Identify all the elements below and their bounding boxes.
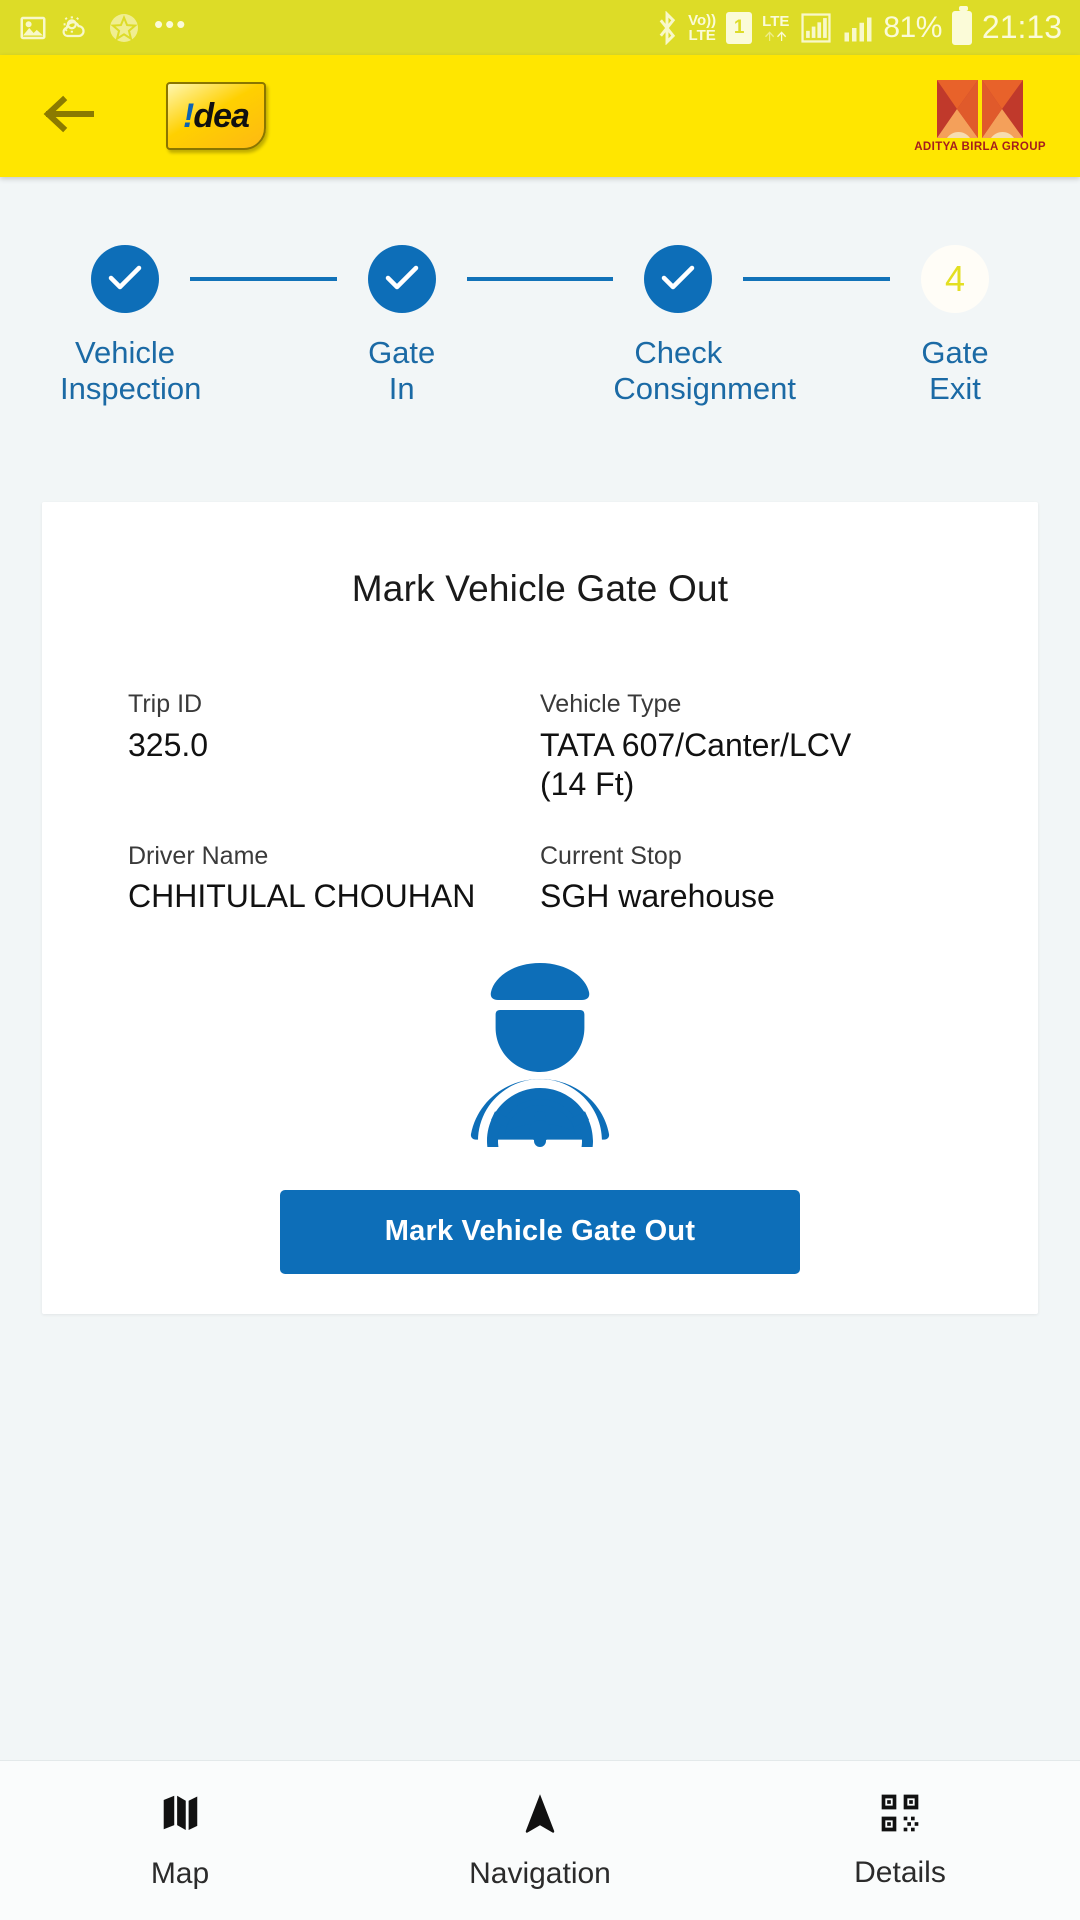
- stepper-label-4-line1: Gate: [921, 335, 989, 370]
- step-3-circle: [644, 245, 713, 313]
- aditya-birla-logo: ADITYA BIRLA GROUP: [914, 79, 1046, 153]
- field-current-stop-label: Current Stop: [540, 841, 682, 870]
- stepper-label-2: Gate In: [337, 335, 467, 407]
- progress-stepper: 4 Vehicle Inspection Gate In Check Consi…: [0, 177, 1080, 407]
- check-icon: [107, 263, 143, 296]
- step-4-number: 4: [945, 258, 966, 299]
- aditya-birla-mark-icon: [937, 79, 1024, 138]
- mark-vehicle-gate-out-button[interactable]: Mark Vehicle Gate Out: [280, 1189, 800, 1274]
- trip-details: Trip ID 325.0 Vehicle Type TATA 607/Cant…: [42, 688, 1038, 917]
- back-button[interactable]: [34, 81, 104, 151]
- map-icon: [157, 1790, 203, 1841]
- stepper-connector-3: [743, 277, 891, 281]
- step-1-circle: [91, 245, 159, 313]
- field-driver-name: Driver Name CHHITULAL CHOUHAN: [128, 840, 540, 917]
- details-row-1: Trip ID 325.0 Vehicle Type TATA 607/Cant…: [128, 688, 952, 804]
- nav-item-navigation-label: Navigation: [469, 1857, 611, 1890]
- stepper-label-1: Vehicle Inspection: [60, 335, 202, 407]
- nav-item-navigation[interactable]: Navigation: [360, 1790, 720, 1891]
- label-gap: [467, 335, 614, 407]
- details-row-2: Driver Name CHHITULAL CHOUHAN Current St…: [128, 840, 952, 917]
- stepper-node-2[interactable]: [337, 245, 467, 313]
- status-bar-right: Vo)) LTE 1 LTE 81% 21:13: [656, 5, 1062, 46]
- field-vehicle-type-label: Vehicle Type: [540, 689, 682, 718]
- signal-bars-2-icon: [843, 13, 873, 43]
- clock-label: 21:13: [981, 9, 1062, 45]
- weather-icon: [62, 13, 94, 43]
- gate-out-card: Mark Vehicle Gate Out Trip ID 325.0 Vehi…: [42, 501, 1038, 1314]
- stepper-label-4-line2: Exit: [929, 370, 981, 406]
- image-icon: [18, 13, 48, 43]
- app-screen: ••• Vo)) LTE 1 LTE 81% 21:13 ! dea ADITY…: [0, 0, 1080, 1920]
- app-bar: ! dea ADITYA BIRLA GROUP: [0, 55, 1080, 177]
- status-bar-left: •••: [18, 8, 188, 44]
- star-circle-icon: [108, 12, 140, 44]
- stepper-label-3-line1: Check: [634, 335, 723, 370]
- bottom-navigation: Map Navigation Details: [0, 1760, 1080, 1920]
- stepper-label-2-line1: Gate: [368, 335, 436, 370]
- stepper-connector-2: [466, 277, 614, 281]
- nav-item-map-label: Map: [150, 1857, 210, 1890]
- stepper-nodes: 4: [60, 245, 1020, 313]
- driver-illustration: [42, 947, 1038, 1153]
- stepper-label-2-line2: In: [388, 370, 415, 406]
- navigation-arrow-icon: [517, 1790, 563, 1841]
- volte-icon: Vo)) LTE: [688, 11, 717, 44]
- qr-code-icon: [878, 1791, 922, 1840]
- cta-container: Mark Vehicle Gate Out: [42, 1189, 1038, 1274]
- lte-data-icon: LTE: [762, 14, 789, 42]
- step-4-circle: 4: [921, 245, 990, 313]
- stepper-label-1-line2: Inspection: [60, 370, 202, 406]
- driver-with-steering-wheel-icon: [440, 947, 640, 1153]
- nav-item-map[interactable]: Map: [0, 1790, 360, 1891]
- field-trip-id: Trip ID 325.0: [128, 688, 540, 804]
- stepper-label-3-line2: Consignment: [613, 370, 796, 406]
- aditya-birla-caption: ADITYA BIRLA GROUP: [914, 140, 1046, 153]
- stepper-connector-1: [190, 277, 337, 281]
- field-vehicle-type-value: TATA 607/Canter/LCV (14 Ft): [540, 726, 852, 802]
- field-current-stop-value: SGH warehouse: [540, 878, 775, 915]
- label-gap: [190, 335, 337, 407]
- more-dots-icon: •••: [154, 8, 188, 39]
- signal-bars-icon: [799, 11, 833, 45]
- field-trip-id-value: 325.0: [128, 726, 209, 763]
- battery-percent-label: 81%: [883, 10, 942, 44]
- field-driver-name-label: Driver Name: [128, 841, 269, 870]
- card-title: Mark Vehicle Gate Out: [351, 567, 729, 609]
- field-driver-name-value: CHHITULAL CHOUHAN: [128, 878, 476, 915]
- stepper-label-3: Check Consignment: [613, 335, 796, 407]
- status-bar: ••• Vo)) LTE 1 LTE 81% 21:13: [0, 0, 1080, 55]
- stepper-node-1[interactable]: [60, 245, 190, 313]
- stepper-label-4: Gate Exit: [890, 335, 1020, 407]
- idea-logo-bang: !: [183, 96, 194, 135]
- bluetooth-icon: [656, 10, 678, 45]
- idea-logo-text: dea: [193, 96, 250, 135]
- stepper-labels: Vehicle Inspection Gate In Check Consign…: [60, 335, 1020, 407]
- back-arrow-icon: [41, 92, 97, 141]
- stepper-label-1-line1: Vehicle: [75, 335, 175, 370]
- idea-logo: ! dea: [166, 82, 266, 150]
- nav-item-details[interactable]: Details: [720, 1791, 1080, 1890]
- label-gap: [743, 335, 890, 407]
- step-2-circle: [367, 245, 436, 313]
- field-current-stop: Current Stop SGH warehouse: [540, 840, 952, 917]
- nav-item-details-label: Details: [854, 1856, 946, 1889]
- check-icon: [384, 263, 420, 296]
- main-content: 4 Vehicle Inspection Gate In Check Consi…: [0, 177, 1080, 1760]
- sim1-icon: 1: [726, 11, 753, 44]
- field-trip-id-label: Trip ID: [128, 689, 203, 718]
- field-vehicle-type: Vehicle Type TATA 607/Canter/LCV (14 Ft): [540, 688, 952, 804]
- battery-icon: [951, 5, 972, 45]
- check-icon: [660, 263, 696, 296]
- stepper-node-4[interactable]: 4: [890, 245, 1020, 313]
- stepper-node-3[interactable]: [613, 245, 743, 313]
